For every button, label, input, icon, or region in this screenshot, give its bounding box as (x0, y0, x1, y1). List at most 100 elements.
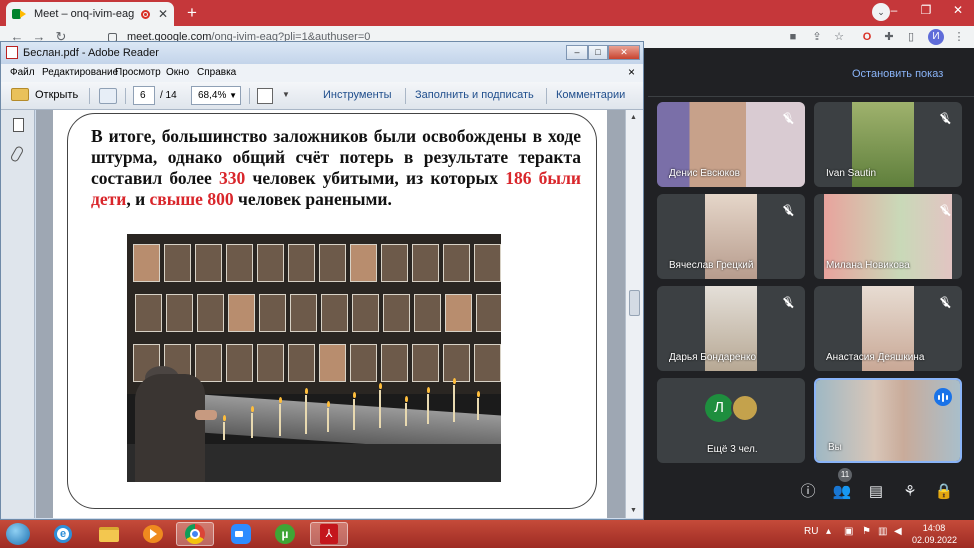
taskbar-explorer[interactable] (90, 522, 128, 546)
tools-button[interactable]: Инструменты (323, 89, 392, 101)
people-icon[interactable]: 👥 11 (832, 468, 852, 502)
taskbar-clock[interactable]: 14:08 02.09.2022 (912, 522, 958, 546)
clock-date: 02.09.2022 (912, 535, 958, 545)
close-window-icon[interactable]: ✕ (608, 45, 640, 60)
participant-tile[interactable]: 🎙 Ivan Sautin (814, 102, 962, 187)
menu-icon[interactable]: ⋮ (952, 30, 966, 44)
taskbar-chrome[interactable] (176, 522, 214, 546)
candle (327, 408, 329, 432)
mic-off-icon: 🎙 (781, 205, 795, 216)
toolbar-more-icon[interactable]: ▼ (282, 90, 290, 99)
memorial-portrait (197, 294, 224, 332)
tray-app-icon[interactable]: ▣ (844, 526, 853, 537)
fit-page-icon[interactable] (257, 88, 273, 104)
participant-tile[interactable]: 🎙 Денис Евсюков (657, 102, 805, 187)
zoom-value: 68,4% (198, 90, 227, 101)
attachments-icon[interactable] (9, 145, 25, 163)
camera-icon[interactable]: ■ (786, 30, 800, 44)
candle-flame (304, 388, 308, 394)
stop-presenting-button[interactable]: Остановить показ (852, 68, 943, 80)
host-controls-icon[interactable]: 🔒 (934, 482, 954, 502)
fill-sign-button[interactable]: Заполнить и подписать (415, 89, 534, 101)
reader-titlebar[interactable]: Беслан.pdf - Adobe Reader – □ ✕ (1, 42, 643, 64)
candle (353, 399, 355, 430)
scroll-up-icon[interactable]: ▲ (630, 114, 637, 121)
zoom-select[interactable]: 68,4% ▼ (191, 86, 241, 105)
flag-icon[interactable]: ⚑ (862, 526, 871, 537)
minimize-icon[interactable]: – (878, 0, 910, 22)
profile-avatar[interactable]: И (928, 29, 944, 45)
extensions-icon[interactable]: ✚ (882, 30, 896, 44)
volume-icon[interactable]: ◀ (894, 526, 902, 537)
opera-icon[interactable]: O (860, 30, 874, 44)
memorial-portrait (443, 244, 470, 282)
candle (251, 413, 253, 438)
info-icon[interactable]: ⓘ (798, 482, 818, 502)
menu-help[interactable]: Справка (197, 67, 236, 78)
sidepanel-icon[interactable]: ▯ (904, 30, 918, 44)
photo-person (135, 374, 205, 482)
close-window-icon[interactable]: ✕ (942, 0, 974, 22)
memorial-portrait (445, 294, 472, 332)
bookmark-star-icon[interactable]: ☆ (832, 30, 846, 44)
memorial-portrait (195, 344, 222, 382)
participant-name: Милана Новикова (826, 260, 910, 271)
vertical-scrollbar[interactable]: ▲ ▼ (625, 110, 643, 518)
taskbar-adobe-reader[interactable]: ⅄ (310, 522, 348, 546)
network-icon[interactable]: ▥ (878, 526, 887, 537)
maximize-icon[interactable]: ❐ (910, 0, 942, 22)
share-icon[interactable]: ⇪ (810, 30, 824, 44)
menu-edit[interactable]: Редактирование (42, 67, 118, 78)
start-button[interactable] (6, 523, 30, 545)
divider (249, 88, 250, 104)
language-indicator[interactable]: RU (804, 526, 818, 537)
participant-tile[interactable]: 🎙 Милана Новикова (814, 194, 962, 279)
avatar: Л (705, 394, 733, 422)
self-tile[interactable]: Вы (814, 378, 962, 463)
self-label: Вы (828, 442, 842, 453)
mic-off-icon: 🎙 (938, 205, 952, 216)
memorial-portrait (381, 244, 408, 282)
new-tab-button[interactable]: + (182, 4, 202, 24)
menu-file[interactable]: Файл (10, 67, 35, 78)
scrollbar-thumb[interactable] (629, 290, 640, 316)
candle-flame (404, 396, 408, 402)
recording-icon (140, 9, 150, 19)
scroll-down-icon[interactable]: ▼ (630, 507, 637, 514)
participant-tile[interactable]: 🎙 Анастасия Деяшкина (814, 286, 962, 371)
participant-tile[interactable]: 🎙 Дарья Бондаренко (657, 286, 805, 371)
menu-view[interactable]: Просмотр (115, 67, 161, 78)
taskbar-utorrent[interactable]: µ (266, 522, 304, 546)
page-total: / 14 (160, 90, 177, 101)
zoom-icon (231, 524, 251, 544)
memorial-portrait (352, 294, 379, 332)
minimize-icon[interactable]: – (566, 45, 588, 60)
taskbar-zoom[interactable] (222, 522, 260, 546)
memorial-portrait (350, 244, 377, 282)
memorial-portrait (474, 344, 501, 382)
utorrent-icon: µ (275, 524, 295, 544)
taskbar-media-player[interactable] (134, 522, 172, 546)
comments-button[interactable]: Комментарии (556, 89, 625, 101)
close-document-icon[interactable]: × (628, 65, 635, 79)
memorial-photo (127, 234, 501, 482)
open-button[interactable]: Открыть (11, 88, 78, 101)
participant-tile[interactable]: 🎙 Вячеслав Грецкий (657, 194, 805, 279)
tray-expand-icon[interactable]: ▴ (826, 526, 831, 537)
mic-off-icon: 🎙 (781, 297, 795, 308)
tab-meet[interactable]: Meet – onq-ivim-eag ✕ (6, 2, 174, 26)
page-navigation-icon[interactable] (99, 88, 117, 104)
close-tab-icon[interactable]: ✕ (158, 7, 168, 21)
chat-icon[interactable]: ▤ (866, 482, 886, 502)
activities-icon[interactable]: ⚘ (900, 482, 920, 502)
more-participants-tile[interactable]: Л Ещё 3 чел. (657, 378, 805, 463)
memorial-portrait (414, 294, 441, 332)
taskbar-ie[interactable]: e (44, 522, 82, 546)
candle-flame (452, 378, 456, 384)
maximize-icon[interactable]: □ (588, 45, 608, 60)
page-thumbnails-icon[interactable] (13, 118, 24, 132)
menu-window[interactable]: Окно (166, 67, 189, 78)
document-viewport[interactable]: В итоге, большинство заложников были осв… (36, 110, 625, 518)
mic-off-icon: 🎙 (781, 113, 795, 124)
page-number-input[interactable]: 6 (133, 86, 155, 105)
